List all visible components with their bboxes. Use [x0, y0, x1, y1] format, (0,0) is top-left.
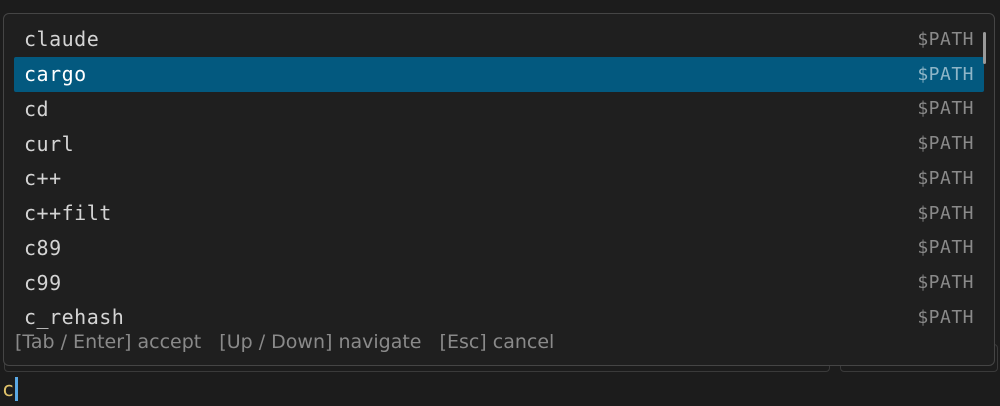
- completion-item-source: $PATH: [917, 133, 974, 155]
- completion-item[interactable]: c89 $PATH: [14, 231, 984, 266]
- completion-list[interactable]: claude $PATH cargo $PATH cd $PATH curl $…: [4, 22, 994, 335]
- completion-item-name: cd: [24, 96, 50, 121]
- completion-item-source: $PATH: [917, 237, 974, 259]
- keyboard-hints: [Tab / Enter] accept [Up / Down] navigat…: [15, 331, 566, 353]
- completion-item[interactable]: cd $PATH: [14, 92, 984, 127]
- command-input-text: c: [2, 377, 15, 401]
- completion-item-source: $PATH: [917, 28, 974, 50]
- completion-item-name: c++filt: [24, 201, 112, 226]
- completion-item-name: c_rehash: [24, 305, 125, 330]
- completion-item-selected[interactable]: cargo $PATH: [14, 56, 984, 92]
- completion-item-source: $PATH: [917, 167, 974, 189]
- completion-item[interactable]: curl $PATH: [14, 126, 984, 161]
- scrollbar-thumb[interactable]: [983, 32, 986, 64]
- hint-cancel: [Esc] cancel: [439, 331, 555, 353]
- completion-item-source: $PATH: [917, 202, 974, 224]
- completion-popup: claude $PATH cargo $PATH cd $PATH curl $…: [3, 13, 995, 366]
- completion-item-source: $PATH: [917, 272, 974, 294]
- completion-item[interactable]: c_rehash $PATH: [14, 300, 984, 335]
- command-input[interactable]: c: [2, 374, 19, 404]
- completion-item[interactable]: c99 $PATH: [14, 265, 984, 300]
- completion-item[interactable]: claude $PATH: [14, 22, 984, 57]
- completion-item-name: curl: [24, 131, 75, 156]
- hint-navigate: [Up / Down] navigate: [219, 331, 422, 353]
- completion-item-name: c89: [24, 235, 62, 260]
- hint-accept: [Tab / Enter] accept: [15, 331, 202, 353]
- completion-item-source: $PATH: [917, 306, 974, 328]
- text-cursor: [15, 377, 19, 401]
- completion-item-name: c99: [24, 270, 62, 295]
- completion-item-name: cargo: [24, 62, 87, 87]
- completion-item-source: $PATH: [917, 98, 974, 120]
- completion-item[interactable]: c++filt $PATH: [14, 196, 984, 231]
- completion-item-source: $PATH: [917, 63, 974, 85]
- completion-item-name: c++: [24, 166, 62, 191]
- completion-item-name: claude: [24, 27, 100, 52]
- completion-item[interactable]: c++ $PATH: [14, 161, 984, 196]
